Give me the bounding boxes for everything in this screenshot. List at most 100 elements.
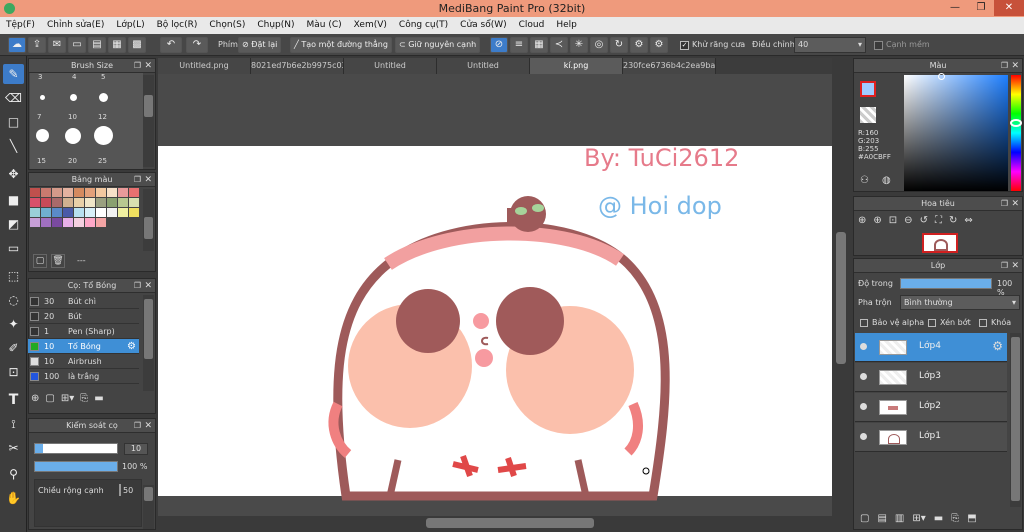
color-swatch[interactable] [85, 208, 95, 217]
scrollbar[interactable] [143, 485, 154, 529]
scrollbar[interactable] [143, 295, 154, 391]
brush-size-dot[interactable] [36, 129, 49, 142]
copy-icon[interactable]: ⎘ [80, 393, 88, 404]
menu-file[interactable]: Tệp(F) [0, 17, 41, 34]
color-swatch[interactable] [63, 198, 73, 207]
close-icon[interactable]: ✕ [1011, 59, 1019, 73]
tab-ki-png[interactable]: kí.png [530, 58, 623, 74]
layer-row-selected[interactable]: Lớp4 ⚙ [855, 333, 1007, 362]
zoom-out-icon[interactable]: ⊖ [904, 215, 912, 226]
add-brush-icon[interactable]: ⊞▾ [61, 393, 74, 404]
color-swatch[interactable] [107, 208, 117, 217]
color-swatch[interactable] [41, 208, 51, 217]
color-swatch[interactable] [52, 208, 62, 217]
menu-color[interactable]: Màu (C) [301, 17, 348, 34]
gradient-tool-icon[interactable]: ▭ [3, 238, 24, 258]
zoom-in-icon[interactable]: ⊕ [858, 215, 866, 226]
zoom-in-alt-icon[interactable]: ⊕ [873, 215, 881, 226]
visibility-eye-icon[interactable] [860, 403, 867, 410]
scrollbar[interactable] [143, 75, 154, 167]
color-swatch[interactable] [74, 218, 84, 227]
new-layer-icon[interactable]: ▢ [860, 513, 869, 524]
settings-icon[interactable]: ⚙ [630, 37, 648, 53]
brush-size-dot[interactable] [40, 95, 45, 100]
brush-item-selected[interactable]: 10 Tố Bóng ⚙ [28, 339, 139, 354]
color-picker-field[interactable] [904, 73, 1008, 191]
blend-mode-select[interactable]: Bình thường ▾ [900, 295, 1020, 310]
scrollbar-thumb[interactable] [1011, 337, 1020, 501]
layer-opacity-slider[interactable] [900, 278, 992, 289]
brush-size-dot[interactable] [70, 94, 77, 101]
brush-tool-icon[interactable]: ✎ [3, 64, 24, 84]
new-page-icon[interactable]: ▢ [45, 393, 54, 404]
text-tool-icon[interactable]: T [3, 390, 24, 410]
palette-icon[interactable]: ◍ [882, 175, 891, 186]
color-swatch[interactable] [96, 208, 106, 217]
detach-icon[interactable]: ❐ [1001, 197, 1008, 211]
visibility-eye-icon[interactable] [860, 373, 867, 380]
layer-row[interactable]: Lớp1 [855, 423, 1007, 452]
close-icon[interactable]: ✕ [144, 419, 152, 433]
menu-help[interactable]: Help [550, 17, 583, 34]
fullscreen-icon[interactable]: ⛶ [935, 215, 942, 226]
gear-icon[interactable]: ⚙ [992, 339, 1003, 353]
comment-icon[interactable]: ✉ [48, 37, 66, 53]
detach-icon[interactable]: ❐ [134, 279, 141, 293]
menu-filter[interactable]: Bộ lọc(R) [151, 17, 204, 34]
new-1bit-layer-icon[interactable]: ▥ [895, 513, 904, 524]
tab-jpg-1[interactable]: 8021ed7b6e2b9975c03a.jpg [251, 58, 344, 74]
detach-icon[interactable]: ❐ [1001, 59, 1008, 73]
page-icon[interactable]: ▤ [88, 37, 106, 53]
color-swatch[interactable] [85, 188, 95, 197]
smooth-edge-checkbox[interactable] [874, 41, 883, 50]
hand-tool-icon[interactable]: ✋ [3, 488, 24, 508]
brush-add-icon[interactable]: ⊕ [31, 393, 39, 404]
tile-icon[interactable]: ▩ [128, 37, 146, 53]
snap-off-icon[interactable]: ⊘ [490, 37, 508, 53]
gear-icon[interactable]: ⚙ [127, 339, 136, 354]
layer-row[interactable]: Lớp2 [855, 393, 1007, 422]
straight-line-button[interactable]: ╱ Tạo một đường thẳng [290, 37, 392, 53]
close-icon[interactable]: ✕ [1011, 259, 1019, 273]
color-swatch[interactable] [118, 198, 128, 207]
edge-width-handle[interactable] [119, 484, 121, 496]
color-swatch[interactable] [129, 188, 139, 197]
lasso-tool-icon[interactable]: ◌ [3, 290, 24, 310]
select-pen-icon[interactable]: ✐ [3, 338, 24, 358]
hue-handle[interactable] [1010, 119, 1022, 127]
scrollbar-thumb[interactable] [144, 487, 153, 501]
cloud-icon[interactable]: ☁ [8, 37, 26, 53]
hue-slider[interactable] [1010, 75, 1022, 191]
brush-item[interactable]: 30 Bút chì [28, 294, 139, 309]
color-swatch[interactable] [118, 188, 128, 197]
close-icon[interactable]: ✕ [144, 279, 152, 293]
radial-snap-icon[interactable]: ✳ [570, 37, 588, 53]
rectangle-tool-icon[interactable]: ■ [3, 190, 24, 210]
menu-tools[interactable]: Công cụ(T) [393, 17, 454, 34]
canvas-area[interactable]: By: TuCi2612 @ Hoi dop [158, 74, 846, 516]
eyedropper-icon[interactable]: ⚲ [3, 464, 24, 484]
brush-size-dot[interactable] [94, 126, 113, 145]
scrollbar-thumb[interactable] [836, 232, 846, 364]
scrollbar[interactable] [143, 189, 154, 251]
brush-size-slider[interactable] [34, 443, 118, 454]
transparent-color-swatch[interactable] [860, 107, 876, 123]
color-swatch[interactable] [63, 188, 73, 197]
parallel-snap-icon[interactable]: ≡ [510, 37, 528, 53]
color-picker-cursor[interactable] [938, 73, 945, 80]
brush-item[interactable]: 100 là trắng [28, 369, 139, 384]
line-tool-icon[interactable]: ╲ [3, 136, 24, 156]
color-swatch[interactable] [96, 198, 106, 207]
menu-window[interactable]: Cửa sổ(W) [454, 17, 512, 34]
tab-jpg-2[interactable]: 230fce6736b4c2ea9ba5.jpg [623, 58, 716, 74]
color-swatch[interactable] [96, 188, 106, 197]
maximize-button[interactable]: ❐ [968, 0, 994, 16]
move-tool-icon[interactable]: ✥ [3, 164, 24, 184]
grid-snap-icon[interactable]: ▦ [530, 37, 548, 53]
antialias-checkbox[interactable]: ✓ [680, 41, 689, 50]
redo-icon[interactable]: ↷ [186, 37, 208, 53]
detach-icon[interactable]: ❐ [1001, 259, 1008, 273]
select-rect-icon[interactable]: ⬚ [3, 266, 24, 286]
curve-snap-icon[interactable]: ↻ [610, 37, 628, 53]
scrollbar-thumb[interactable] [144, 217, 153, 239]
